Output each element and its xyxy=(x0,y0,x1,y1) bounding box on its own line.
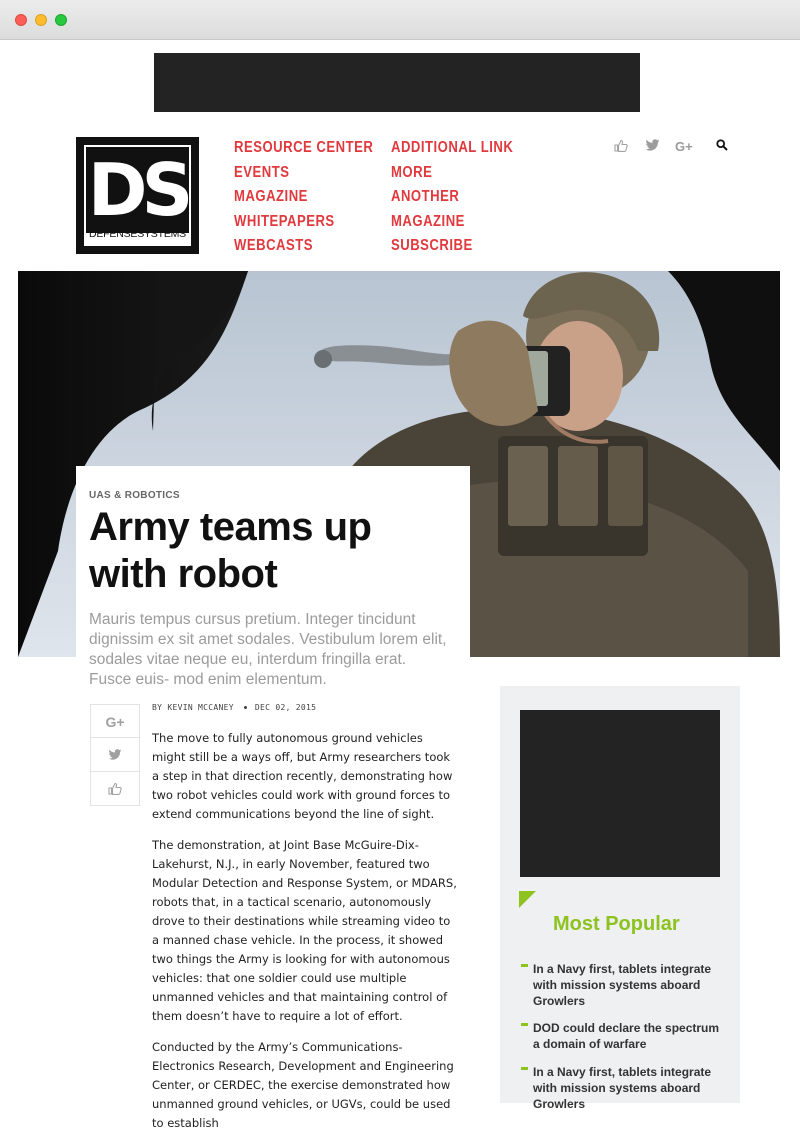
nav-link-another[interactable]: ANOTHER xyxy=(391,187,513,212)
logo-mark: DS xyxy=(86,147,193,233)
popular-bullet xyxy=(521,1023,528,1026)
byline-separator xyxy=(243,705,247,709)
publish-date: DEC 02, 2015 xyxy=(254,703,317,712)
twitter-icon xyxy=(108,747,122,762)
like-icon xyxy=(108,781,122,796)
search-icon[interactable] xyxy=(716,139,728,155)
google-plus-icon: G+ xyxy=(105,714,125,730)
share-twitter-button[interactable] xyxy=(90,738,140,772)
twitter-icon[interactable] xyxy=(645,139,660,156)
logo-wordmark: DEFENSESYSTEMS xyxy=(89,228,186,240)
nav-column-2: ADDITIONAL LINK MORE ANOTHER MAGAZINE SU… xyxy=(391,138,513,261)
author-name[interactable]: BY KEVIN MCCANEY xyxy=(152,703,234,712)
close-window-button[interactable] xyxy=(15,14,27,26)
nav-link-magazine-2[interactable]: MAGAZINE xyxy=(391,212,513,237)
article-paragraph: The move to fully autonomous ground vehi… xyxy=(152,731,453,821)
minimize-window-button[interactable] xyxy=(35,14,47,26)
nav-link-whitepapers[interactable]: WHITEPAPERS xyxy=(234,212,373,237)
article-category[interactable]: UAS & ROBOTICS xyxy=(89,490,180,501)
nav-link-events[interactable]: EVENTS xyxy=(234,163,373,188)
share-google-plus-button[interactable]: G+ xyxy=(90,704,140,738)
nav-column-1: RESOURCE CENTER EVENTS MAGAZINE WHITEPAP… xyxy=(234,138,373,261)
popular-item-link[interactable]: DOD could declare the spectrum a domain … xyxy=(533,1020,723,1052)
popular-bullet xyxy=(521,1067,528,1070)
nav-link-webcasts[interactable]: WEBCASTS xyxy=(234,236,373,261)
article-dek: Mauris tempus cursus pretium. Integer ti… xyxy=(89,611,447,688)
nav-link-resource-center[interactable]: RESOURCE CENTER xyxy=(234,138,373,163)
most-popular-flag-icon xyxy=(519,891,536,908)
like-icon[interactable] xyxy=(614,139,628,156)
nav-link-subscribe[interactable]: SUBSCRIBE xyxy=(391,236,513,261)
article-paragraph: Conducted by the Army’s Communications-E… xyxy=(152,1040,454,1130)
share-like-button[interactable] xyxy=(90,772,140,806)
nav-link-more[interactable]: MORE xyxy=(391,163,513,188)
browser-chrome xyxy=(0,0,800,40)
most-popular-title: Most Popular xyxy=(553,913,680,935)
logo-inner: DS DEFENSESYSTEMS xyxy=(84,145,193,246)
popular-item-link[interactable]: In a Navy first, tablets integrate with … xyxy=(533,1064,723,1112)
article-paragraph: The demonstration, at Joint Base McGuire… xyxy=(152,838,457,1023)
top-ad-banner[interactable] xyxy=(154,53,640,112)
maximize-window-button[interactable] xyxy=(55,14,67,26)
popular-item-link[interactable]: In a Navy first, tablets integrate with … xyxy=(533,961,723,1009)
byline: BY KEVIN MCCANEY DEC 02, 2015 xyxy=(152,703,316,712)
share-bar: G+ xyxy=(90,704,140,806)
popular-bullet xyxy=(521,964,528,967)
article-headline: Army teams up with robot xyxy=(89,505,372,596)
site-logo[interactable]: DS DEFENSESYSTEMS xyxy=(76,137,199,254)
sidebar-ad[interactable] xyxy=(520,710,720,877)
google-plus-icon[interactable]: G+ xyxy=(675,139,693,154)
article-body: The move to fully autonomous ground vehi… xyxy=(152,729,457,1145)
nav-link-additional-link[interactable]: ADDITIONAL LINK xyxy=(391,138,513,163)
nav-link-magazine[interactable]: MAGAZINE xyxy=(234,187,373,212)
